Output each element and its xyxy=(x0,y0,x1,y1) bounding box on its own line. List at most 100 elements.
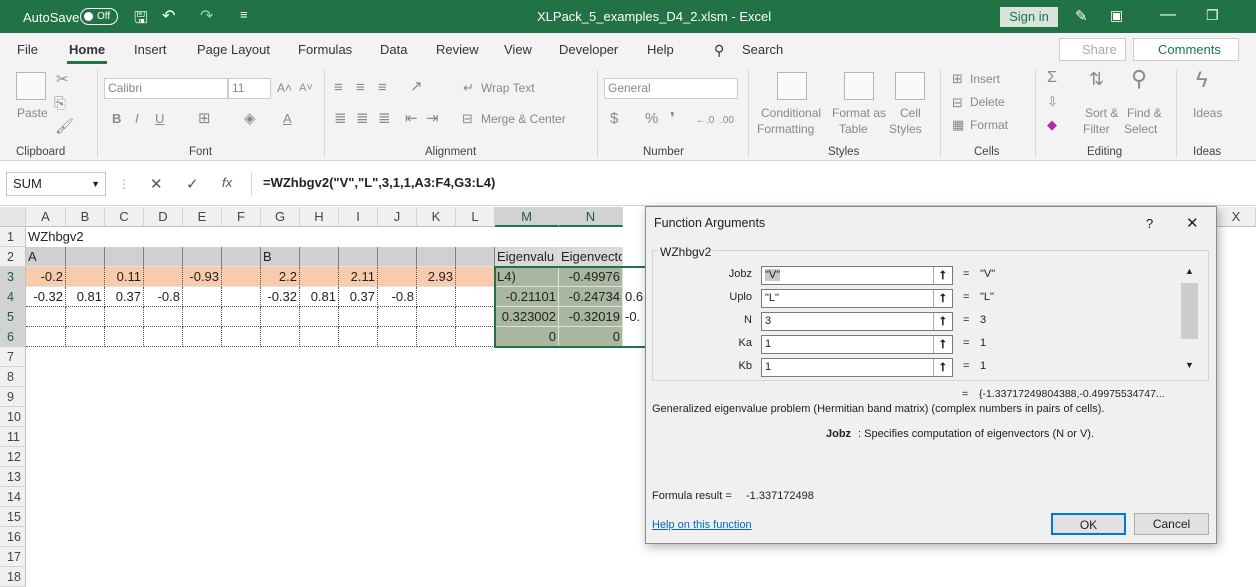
collapse-dialog-icon[interactable]: ⭡ xyxy=(933,267,952,284)
collapse-dialog-icon[interactable]: ⭡ xyxy=(933,359,952,376)
cell-border[interactable] xyxy=(300,307,339,327)
cell-fill[interactable] xyxy=(222,267,261,287)
cell-border[interactable] xyxy=(456,307,495,327)
cell-m5[interactable]: 0.323002 xyxy=(495,307,559,327)
arguments-scrollbar[interactable]: ▲ ▼ xyxy=(1181,266,1198,374)
decrease-indent-icon[interactable]: ⇤ xyxy=(405,111,418,126)
row-header-13[interactable]: 13 xyxy=(0,467,26,487)
cell-border[interactable] xyxy=(222,307,261,327)
tab-data[interactable]: Data xyxy=(380,42,407,57)
customize-qat-icon[interactable]: ≡ xyxy=(240,7,248,22)
cell-n5[interactable]: -0.32019 xyxy=(559,307,623,327)
row-header-4[interactable]: 4 xyxy=(0,287,26,307)
row-header-5[interactable]: 5 xyxy=(0,307,26,327)
help-icon[interactable]: ? xyxy=(1146,216,1153,231)
center-icon[interactable]: ≣ xyxy=(356,111,369,126)
arg-input-kb[interactable]: 1 xyxy=(761,358,953,377)
sort-filter-icon[interactable]: ⇅ xyxy=(1089,70,1104,88)
row-header-9[interactable]: 9 xyxy=(0,387,26,407)
cell-border[interactable] xyxy=(456,287,495,307)
cell-border[interactable] xyxy=(261,307,300,327)
cell-border[interactable] xyxy=(339,307,378,327)
cell-styles-icon[interactable] xyxy=(895,72,925,100)
column-header-h[interactable]: H xyxy=(300,207,339,227)
column-header-g[interactable]: G xyxy=(261,207,300,227)
cell-fill[interactable] xyxy=(456,247,495,267)
conditional-formatting-button-line2[interactable]: Formatting xyxy=(757,122,814,136)
row-header-11[interactable]: 11 xyxy=(0,427,26,447)
cell-b4[interactable]: 0.81 xyxy=(66,287,105,307)
conditional-formatting-icon[interactable] xyxy=(777,72,807,100)
save-icon[interactable]: 🖫 xyxy=(134,7,148,34)
bold-icon[interactable]: B xyxy=(112,111,121,126)
cell-i4[interactable]: 0.37 xyxy=(339,287,378,307)
arg-input-n[interactable]: 3 xyxy=(761,312,953,331)
align-right-icon[interactable]: ≣ xyxy=(378,111,391,126)
cell-fill[interactable] xyxy=(183,247,222,267)
column-header-d[interactable]: D xyxy=(144,207,183,227)
column-header-l[interactable]: L xyxy=(456,207,495,227)
cell-n2[interactable]: Eigenvectors xyxy=(559,247,623,267)
cell-fill[interactable] xyxy=(105,247,144,267)
cell-c4[interactable]: 0.37 xyxy=(105,287,144,307)
ideas-button[interactable]: Ideas xyxy=(1193,106,1222,120)
cell-i3[interactable]: 2.11 xyxy=(339,267,378,287)
orientation-icon[interactable]: ↗ xyxy=(410,79,423,94)
cell-border[interactable] xyxy=(26,307,66,327)
cell-a4[interactable]: -0.32 xyxy=(26,287,66,307)
wrap-text-icon[interactable]: ↵ xyxy=(463,80,474,95)
cell-border[interactable] xyxy=(339,327,378,347)
tab-file[interactable]: File xyxy=(17,42,38,57)
cell-border[interactable] xyxy=(66,327,105,347)
cell-border[interactable] xyxy=(144,307,183,327)
cell-d4[interactable]: -0.8 xyxy=(144,287,183,307)
find-select-button-line2[interactable]: Select xyxy=(1124,122,1157,136)
row-header-14[interactable]: 14 xyxy=(0,487,26,507)
cell-a2[interactable]: A xyxy=(26,247,66,267)
delete-cells-button[interactable]: Delete xyxy=(970,95,1005,109)
cell-styles-button[interactable]: Cell xyxy=(900,106,921,120)
cell-a3[interactable]: -0.2 xyxy=(26,267,66,287)
shrink-font-icon[interactable]: A˅ xyxy=(299,81,313,96)
cell-n4[interactable]: -0.24734 xyxy=(559,287,623,307)
bottom-align-icon[interactable]: ≡ xyxy=(378,80,387,95)
sign-in-button[interactable]: Sign in xyxy=(1000,7,1058,27)
delete-cells-icon[interactable]: ⊟ xyxy=(952,95,963,110)
cancel-button[interactable]: Cancel xyxy=(1134,513,1209,535)
share-button[interactable]: Share xyxy=(1059,38,1126,61)
comma-icon[interactable]: ❜ xyxy=(670,111,675,126)
ribbon-display-icon[interactable]: ▣ xyxy=(1110,7,1123,24)
cell-m2[interactable]: Eigenvalu xyxy=(495,247,559,267)
decrease-decimal-icon[interactable]: .00 xyxy=(720,113,734,128)
cell-border[interactable] xyxy=(144,327,183,347)
ideas-icon[interactable]: ϟ xyxy=(1196,69,1208,91)
tab-view[interactable]: View xyxy=(504,42,532,57)
cell-border[interactable] xyxy=(300,327,339,347)
format-cells-icon[interactable]: ▦ xyxy=(952,117,964,132)
undo-icon[interactable]: ↶ xyxy=(162,6,175,26)
cell-border[interactable] xyxy=(222,287,261,307)
search-icon[interactable]: ⚲ xyxy=(714,42,724,59)
cell-border[interactable] xyxy=(26,327,66,347)
drag-handle-icon[interactable]: ⋮ xyxy=(118,177,130,191)
cell-fill[interactable] xyxy=(300,247,339,267)
font-color-icon[interactable]: A xyxy=(283,111,292,126)
select-all-corner[interactable] xyxy=(0,207,26,227)
close-icon[interactable]: ✕ xyxy=(1186,214,1199,232)
cell-fill[interactable] xyxy=(339,247,378,267)
column-header-c[interactable]: C xyxy=(105,207,144,227)
scroll-thumb[interactable] xyxy=(1181,283,1198,339)
minimize-icon[interactable]: — xyxy=(1160,6,1176,24)
sort-filter-button-line2[interactable]: Filter xyxy=(1083,122,1110,136)
borders-icon[interactable]: ⊞ xyxy=(198,111,211,126)
cell-border[interactable] xyxy=(183,327,222,347)
cell-c3[interactable]: 0.11 xyxy=(105,267,144,287)
cell-g4[interactable]: -0.32 xyxy=(261,287,300,307)
increase-indent-icon[interactable]: ⇥ xyxy=(426,111,439,126)
cell-m6[interactable]: 0 xyxy=(495,327,559,347)
tab-page-layout[interactable]: Page Layout xyxy=(197,42,270,57)
row-header-18[interactable]: 18 xyxy=(0,567,26,587)
sort-filter-button[interactable]: Sort & xyxy=(1085,106,1118,120)
cell-border[interactable] xyxy=(456,327,495,347)
cell-border[interactable] xyxy=(105,327,144,347)
